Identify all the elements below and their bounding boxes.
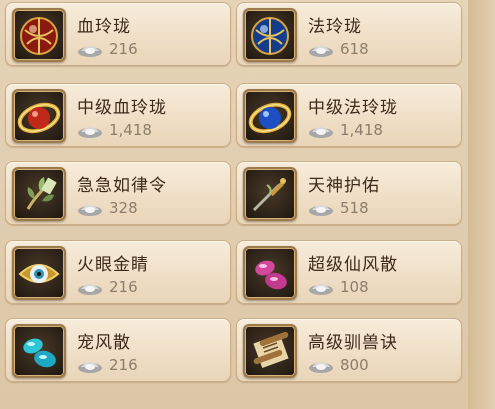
red-ring-orb-icon <box>12 89 66 143</box>
shop-item-card[interactable]: 血玲珑 216 <box>5 2 231 66</box>
item-name: 天神护佑 <box>308 176 380 196</box>
item-name: 法玲珑 <box>308 17 362 37</box>
item-price: 216 <box>109 40 138 58</box>
golden-eye-icon <box>12 246 66 300</box>
silver-ingot-icon <box>309 46 333 57</box>
item-price: 800 <box>340 356 369 374</box>
silver-ingot-icon <box>78 205 102 216</box>
item-price: 328 <box>109 199 138 217</box>
silver-ingot-icon <box>78 284 102 295</box>
item-price: 216 <box>109 278 138 296</box>
item-price: 518 <box>340 199 369 217</box>
silver-ingot-icon <box>309 284 333 295</box>
item-price: 216 <box>109 356 138 374</box>
shop-item-card[interactable]: 法玲珑 618 <box>236 2 462 66</box>
blue-orb-icon <box>243 8 297 62</box>
shop-item-card[interactable]: 宠风散 216 <box>5 318 231 382</box>
item-price: 1,418 <box>340 121 383 139</box>
silver-ingot-icon <box>309 205 333 216</box>
silver-ingot-icon <box>309 127 333 138</box>
shop-item-card[interactable]: 急急如律令 328 <box>5 161 231 225</box>
shop-item-card[interactable]: 火眼金睛 216 <box>5 240 231 304</box>
silver-ingot-icon <box>78 46 102 57</box>
panel-edge <box>468 0 495 409</box>
shop-item-card[interactable]: 超级仙风散 108 <box>236 240 462 304</box>
scroll-icon <box>243 324 297 378</box>
item-name: 急急如律令 <box>77 176 167 196</box>
item-name: 中级法玲珑 <box>308 98 398 118</box>
shop-item-card[interactable]: 天神护佑 518 <box>236 161 462 225</box>
shop-item-card[interactable]: 高级驯兽诀 800 <box>236 318 462 382</box>
shop-item-card[interactable]: 中级法玲珑 1,418 <box>236 83 462 147</box>
shop-item-card[interactable]: 中级血玲珑 1,418 <box>5 83 231 147</box>
item-name: 火眼金睛 <box>77 255 149 275</box>
blue-ring-orb-icon <box>243 89 297 143</box>
divine-dagger-icon <box>243 167 297 221</box>
cyan-gems-icon <box>12 324 66 378</box>
item-price: 108 <box>340 278 369 296</box>
item-price: 1,418 <box>109 121 152 139</box>
item-name: 宠风散 <box>77 333 131 353</box>
talisman-leaf-icon <box>12 167 66 221</box>
item-name: 中级血玲珑 <box>77 98 167 118</box>
item-name: 血玲珑 <box>77 17 131 37</box>
silver-ingot-icon <box>309 362 333 373</box>
silver-ingot-icon <box>78 127 102 138</box>
red-orb-icon <box>12 8 66 62</box>
item-price: 618 <box>340 40 369 58</box>
silver-ingot-icon <box>78 362 102 373</box>
item-name: 高级驯兽诀 <box>308 333 398 353</box>
pink-gems-icon <box>243 246 297 300</box>
shop-panel: 血玲珑 216 法玲珑 618 中级血玲珑 1,418 中级法玲珑 1,418 … <box>0 0 495 409</box>
item-name: 超级仙风散 <box>308 255 398 275</box>
